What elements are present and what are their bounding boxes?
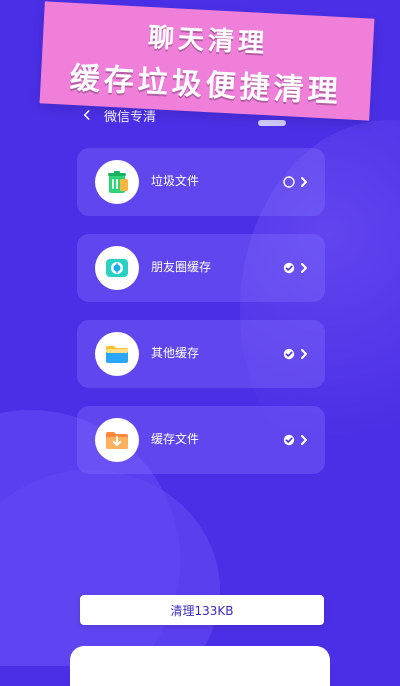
chevron-right-icon[interactable] <box>299 434 309 446</box>
chevron-right-icon[interactable] <box>299 176 309 188</box>
checkmark-checked-icon[interactable] <box>283 262 295 274</box>
list-item-trash-files[interactable]: 垃圾文件 <box>77 148 325 216</box>
background-cloud-2 <box>0 470 220 666</box>
chevron-right-icon[interactable] <box>299 348 309 360</box>
list-item-other-cache[interactable]: 其他缓存 <box>77 320 325 388</box>
radio-unchecked-icon[interactable] <box>283 176 295 188</box>
checkmark-checked-icon[interactable] <box>283 434 295 446</box>
moments-camera-icon <box>95 246 139 290</box>
header-pill <box>258 120 286 126</box>
clean-button[interactable]: 清理133KB <box>80 595 324 625</box>
chevron-right-icon[interactable] <box>299 262 309 274</box>
checkmark-checked-icon[interactable] <box>283 348 295 360</box>
cache-category-list: 垃圾文件 朋友圈缓存 其他缓存 缓存文件 <box>77 148 327 492</box>
back-chevron-icon[interactable] <box>80 108 94 122</box>
list-item-cache-files[interactable]: 缓存文件 <box>77 406 325 474</box>
item-label: 朋友圈缓存 <box>151 260 212 274</box>
item-label: 缓存文件 <box>151 432 200 446</box>
bottom-sheet <box>70 646 330 686</box>
trash-bin-icon <box>95 160 139 204</box>
item-label: 垃圾文件 <box>151 174 200 188</box>
download-folder-icon <box>95 418 139 462</box>
item-label: 其他缓存 <box>151 346 200 360</box>
promo-banner: 聊天清理 缓存垃圾便捷清理 <box>39 1 375 121</box>
list-item-moments-cache[interactable]: 朋友圈缓存 <box>77 234 325 302</box>
folder-icon <box>95 332 139 376</box>
